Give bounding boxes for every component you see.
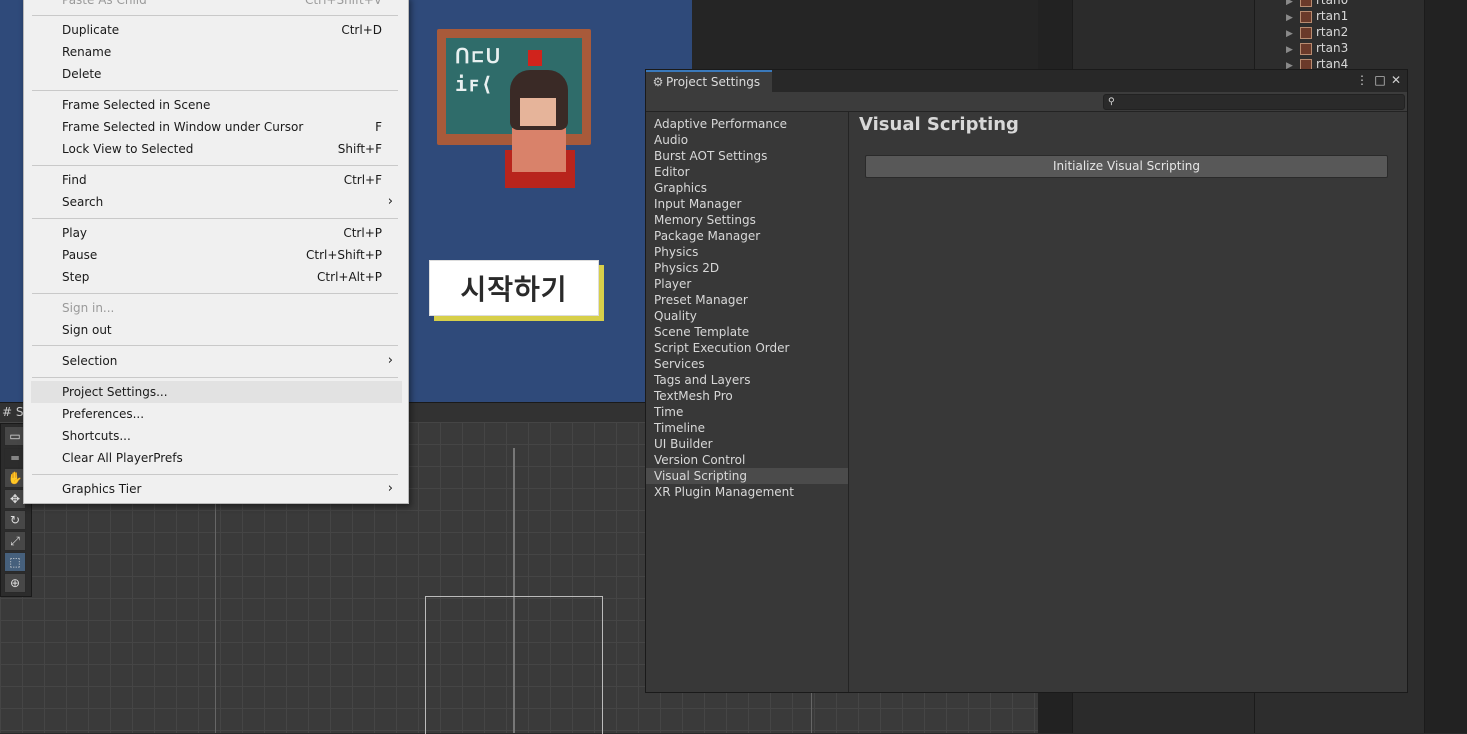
menu-item-rename[interactable]: Rename [31,41,402,63]
menu-item-selection[interactable]: Selection › [31,350,402,372]
context-menu: Paste As Child Ctrl+Shift+V Duplicate Ctrl… [23,0,409,504]
settings-toolbar: ⚲ [646,92,1407,112]
menu-item-clear-playerprefs[interactable]: Clear All PlayerPrefs [31,447,402,469]
category-audio[interactable]: Audio [646,132,848,148]
category-preset-manager[interactable]: Preset Manager [646,292,848,308]
sprite-icon [1300,42,1312,55]
menu-item-paste-as-child: Paste As Child Ctrl+Shift+V [62,0,382,7]
menu-item-sign-out[interactable]: Sign out [31,319,402,341]
menu-separator [32,293,398,294]
initialize-visual-scripting-button[interactable]: Initialize Visual Scripting [865,155,1388,178]
menu-separator [32,165,398,166]
menu-item-project-settings[interactable]: Project Settings... [31,381,402,403]
category-script-execution-order[interactable]: Script Execution Order [646,340,848,356]
menu-separator [32,218,398,219]
maximize-icon[interactable]: □ [1372,72,1388,88]
hierarchy-item-rtan2[interactable]: ▶ rtan2 [1286,24,1348,40]
menu-separator [32,15,398,16]
menu-item-preferences[interactable]: Preferences... [31,403,402,425]
transform-tool-icon[interactable]: ⊕ [4,573,26,593]
menu-item-find[interactable]: Find Ctrl+F [31,169,402,191]
category-xr-plugin-management[interactable]: XR Plugin Management [646,484,848,500]
grid-icon: # [2,405,13,419]
category-burst-aot-settings[interactable]: Burst AOT Settings [646,148,848,164]
project-settings-tab[interactable]: ⚙ Project Settings [646,70,772,94]
category-scene-template[interactable]: Scene Template [646,324,848,340]
category-version-control[interactable]: Version Control [646,452,848,468]
menu-item-frame-selected-in-scene[interactable]: Frame Selected in Scene [31,94,402,116]
category-physics[interactable]: Physics [646,244,848,260]
category-time[interactable]: Time [646,404,848,420]
submenu-arrow-icon: › [387,353,393,368]
sprite-icon [1300,26,1312,39]
menu-item-sign-in: Sign in... [62,301,115,315]
menu-item-step[interactable]: Step Ctrl+Alt+P [31,266,402,288]
category-timeline[interactable]: Timeline [646,420,848,436]
hierarchy-item-rtan1[interactable]: ▶ rtan1 [1286,8,1348,24]
warrior-body [512,128,566,172]
menu-item-graphics-tier[interactable]: Graphics Tier › [31,478,402,500]
submenu-arrow-icon: › [387,194,393,209]
category-memory-settings[interactable]: Memory Settings [646,212,848,228]
menu-item-frame-selected-in-window[interactable]: Frame Selected in Window under Cursor F [31,116,402,138]
category-ui-builder[interactable]: UI Builder [646,436,848,452]
sprite-icon [1300,10,1312,23]
scene-grid-line [811,691,812,733]
category-player[interactable]: Player [646,276,848,292]
category-editor[interactable]: Editor [646,164,848,180]
rect-tool-icon[interactable]: ⬚ [4,552,26,572]
chalkboard-text-line1: ᑎ⊏ᑌ [455,44,503,68]
menu-separator [32,90,398,91]
category-services[interactable]: Services [646,356,848,372]
category-textmesh-pro[interactable]: TextMesh Pro [646,388,848,404]
menu-item-lock-view-to-selected[interactable]: Lock View to Selected Shift+F [31,138,402,160]
warrior-face [520,98,556,126]
gear-icon: ⚙ [652,75,664,89]
category-adaptive-performance[interactable]: Adaptive Performance [646,116,848,132]
menu-separator [32,377,398,378]
category-package-manager[interactable]: Package Manager [646,228,848,244]
project-settings-window: ⚙ Project Settings ⋮ □ ✕ ⚲ Adaptive Perfo… [645,69,1408,693]
settings-content-panel: Visual Scripting Initialize Visual Scrip… [849,112,1407,692]
settings-category-list: Adaptive Performance Audio Burst AOT Set… [646,112,849,692]
category-tags-and-layers[interactable]: Tags and Layers [646,372,848,388]
menu-separator [32,345,398,346]
hierarchy-item-rtan0[interactable]: ▶ rtan0 [1286,0,1348,8]
category-input-manager[interactable]: Input Manager [646,196,848,212]
search-icon: ⚲ [1108,97,1115,107]
sprite-icon [1300,0,1312,7]
warrior-plume [528,50,542,66]
hierarchy-item-rtan3[interactable]: ▶ rtan3 [1286,40,1348,56]
close-icon[interactable]: ✕ [1388,72,1404,88]
menu-item-play[interactable]: Play Ctrl+P [31,222,402,244]
category-graphics[interactable]: Graphics [646,180,848,196]
category-quality[interactable]: Quality [646,308,848,324]
scale-tool-icon[interactable]: ⤢ [4,531,26,551]
right-edge-panel [1424,0,1467,733]
more-options-icon[interactable]: ⋮ [1354,72,1370,88]
submenu-arrow-icon: › [387,481,393,496]
category-visual-scripting[interactable]: Visual Scripting [646,468,848,484]
menu-separator [32,474,398,475]
menu-item-delete[interactable]: Delete [31,63,402,85]
menu-item-duplicate[interactable]: Duplicate Ctrl+D [31,19,402,41]
settings-search-input[interactable]: ⚲ [1103,94,1405,110]
menu-item-search[interactable]: Search › [31,191,402,213]
menu-item-pause[interactable]: Pause Ctrl+Shift+P [31,244,402,266]
scene-camera-bounds [425,596,603,734]
settings-page-title: Visual Scripting [859,114,1019,135]
rotate-tool-icon[interactable]: ↻ [4,510,26,530]
category-physics-2d[interactable]: Physics 2D [646,260,848,276]
start-game-button[interactable]: 시작하기 [429,260,599,316]
menu-item-shortcuts[interactable]: Shortcuts... [31,425,402,447]
chalkboard-text-line2: iꜰ⟨ [455,72,495,96]
